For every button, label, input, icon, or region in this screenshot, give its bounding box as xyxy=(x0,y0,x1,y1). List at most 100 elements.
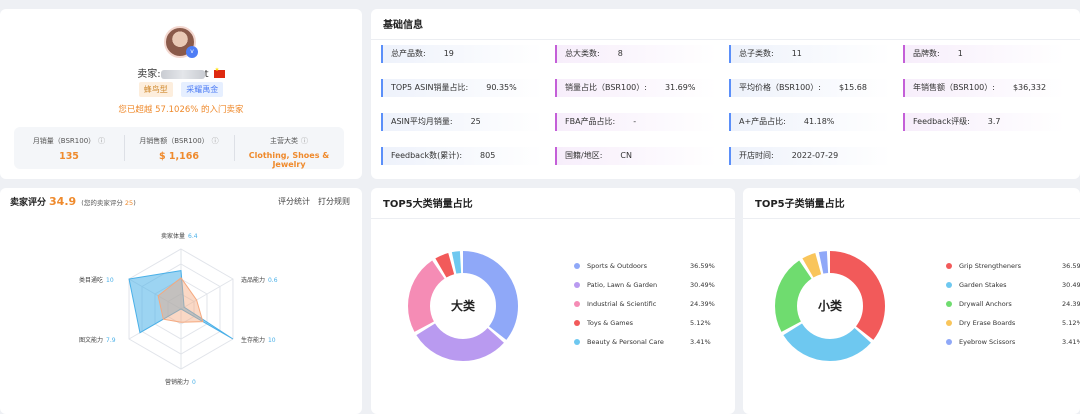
legend-label: Industrial & Scientific xyxy=(587,300,657,308)
legend-percent: 24.39% xyxy=(1062,300,1080,308)
divider xyxy=(371,218,735,219)
legend-dot-icon xyxy=(574,282,580,288)
seller-card: v 卖家: t 蜂鸟型 采耀禹金 您已超越 57.1026% 的入门卖家 月销量（… xyxy=(0,9,362,179)
info-label: 销量占比（BSR100）: xyxy=(565,83,647,92)
seller-score-card: 卖家评分 34.9 (您的卖家评分 25) 评分统计 打分规则 卖家体量 6.4 选品能… xyxy=(0,188,362,414)
basic-info-title: 基础信息 xyxy=(383,20,423,31)
info-value: 1 xyxy=(957,49,963,58)
info-label: 总大类数: xyxy=(565,49,600,58)
info-label: FBA产品占比: xyxy=(565,117,616,126)
legend-label: Toys & Games xyxy=(587,319,634,327)
radar-axis-value: 7.9 xyxy=(106,337,116,344)
seller-stats: 月销量（BSR100） ⓘ 135 月销售额（BSR100） ⓘ $ 1,166 主… xyxy=(14,127,344,169)
info-item: FBA产品占比: - xyxy=(555,113,717,131)
legend-item[interactable]: Grip Strengtheners xyxy=(946,262,1021,270)
radar-axis-value: 0.6 xyxy=(267,277,278,284)
legend-item[interactable]: Drywall Anchors xyxy=(946,300,1012,308)
top5-main-category-card: TOP5大类销量占比 大类 Sports & Outdoors 36.59% Pat… xyxy=(371,188,735,414)
legend-dot-icon xyxy=(946,320,952,326)
own-score-value: 25 xyxy=(124,199,134,207)
legend-item[interactable]: Eyebrow Scissors xyxy=(946,338,1015,346)
legend-dot-icon xyxy=(574,263,580,269)
info-item: 年销售额（BSR100）: $36,332 xyxy=(903,79,1065,97)
own-score-suffix: ) xyxy=(133,199,136,207)
info-value: CN xyxy=(620,151,632,160)
info-label: A+产品占比: xyxy=(739,117,786,126)
info-value: 41.18% xyxy=(803,117,835,126)
legend-percent: 36.59% xyxy=(690,262,715,270)
seller-label: 卖家: xyxy=(137,69,161,80)
radar-axis-name: 图文能力 xyxy=(79,337,104,344)
info-item: 开店时间: 2022-07-29 xyxy=(729,147,891,165)
top5-sub-title: TOP5子类销量占比 xyxy=(755,199,845,210)
seller-type-tag: 蜂鸟型 xyxy=(138,82,173,97)
legend-label: Beauty & Personal Care xyxy=(587,338,664,346)
info-label: 平均价格（BSR100）: xyxy=(739,83,821,92)
info-item: 品牌数: 1 xyxy=(903,45,1065,63)
donut-center-label: 大类 xyxy=(451,298,476,313)
legend-label: Drywall Anchors xyxy=(959,300,1012,308)
info-icon[interactable]: ⓘ xyxy=(301,137,308,145)
own-score-prefix: (您的卖家评分 xyxy=(81,199,123,207)
legend-item[interactable]: Patio, Lawn & Garden xyxy=(574,281,657,289)
basic-info-card: 基础信息 总产品数: 19 总大类数: 8 总子类数: 11 品牌数: 1 TOP5 ASIN销… xyxy=(371,9,1080,179)
score-links: 评分统计 打分规则 xyxy=(270,196,350,207)
legend-item[interactable]: Beauty & Personal Care xyxy=(574,338,664,346)
info-item: A+产品占比: 41.18% xyxy=(729,113,891,131)
info-label: 国籍/地区: xyxy=(565,151,603,160)
score-value: 34.9 xyxy=(49,195,77,208)
legend-percent: 24.39% xyxy=(690,300,715,308)
legend-dot-icon xyxy=(946,282,952,288)
info-value: 31.69% xyxy=(664,83,696,92)
info-icon[interactable]: ⓘ xyxy=(98,137,105,145)
info-label: 开店时间: xyxy=(739,151,774,160)
radar-axis-label: 生存能力 10 xyxy=(241,335,276,344)
info-label: Feedback数(累计): xyxy=(391,151,463,160)
info-item: TOP5 ASIN销量占比: 90.35% xyxy=(381,79,543,97)
radar-axis-label: 选品能力 0.6 xyxy=(241,275,278,284)
info-label: 品牌数: xyxy=(913,49,940,58)
stat-label: 月销售额（BSR100） xyxy=(139,137,209,145)
divider xyxy=(371,39,1080,40)
info-item: 总子类数: 11 xyxy=(729,45,891,63)
top5-main-title: TOP5大类销量占比 xyxy=(383,199,473,210)
seller-avatar[interactable]: v xyxy=(164,26,198,58)
radar-axis-name: 卖家体量 xyxy=(161,233,186,240)
radar-axis-label: 卖家体量 6.4 xyxy=(161,231,198,240)
info-item: 总产品数: 19 xyxy=(381,45,543,63)
legend-item[interactable]: Dry Erase Boards xyxy=(946,319,1015,327)
legend-label: Eyebrow Scissors xyxy=(959,338,1016,346)
score-rules-link[interactable]: 打分规则 xyxy=(318,197,350,206)
score-stats-link[interactable]: 评分统计 xyxy=(278,197,310,206)
radar-axis-name: 选品能力 xyxy=(240,277,265,284)
info-label: TOP5 ASIN销量占比: xyxy=(391,83,469,92)
legend-dot-icon xyxy=(574,320,580,326)
info-item: 销量占比（BSR100）: 31.69% xyxy=(555,79,717,97)
info-value: - xyxy=(633,117,637,126)
legend-item[interactable]: Garden Stakes xyxy=(946,281,1006,289)
info-icon[interactable]: ⓘ xyxy=(212,137,219,145)
info-item: ASIN平均月销量: 25 xyxy=(381,113,543,131)
legend-dot-icon xyxy=(946,301,952,307)
radar-axis-value: 10 xyxy=(267,337,276,344)
donut-center-label: 小类 xyxy=(818,298,843,313)
legend-item[interactable]: Sports & Outdoors xyxy=(574,262,647,270)
info-value: $36,332 xyxy=(1012,83,1047,92)
radar-axis-name: 生存能力 xyxy=(240,337,265,344)
divider xyxy=(743,218,1080,219)
legend-label: Dry Erase Boards xyxy=(959,319,1016,327)
info-value: 2022-07-29 xyxy=(791,151,839,160)
score-header: 卖家评分 34.9 (您的卖家评分 25) xyxy=(10,195,136,208)
vip-badge-icon: v xyxy=(186,46,198,58)
legend-label: Sports & Outdoors xyxy=(587,262,647,270)
info-value: 90.35% xyxy=(486,83,517,92)
info-label: 年销售额（BSR100）: xyxy=(913,83,995,92)
info-label: 总子类数: xyxy=(739,49,774,58)
info-item: Feedback数(累计): 805 xyxy=(381,147,543,165)
legend-item[interactable]: Industrial & Scientific xyxy=(574,300,656,308)
legend-dot-icon xyxy=(574,301,580,307)
stat-monthly-revenue: 月销售额（BSR100） ⓘ $ 1,166 xyxy=(124,127,234,169)
info-label: Feedback评级: xyxy=(913,117,970,126)
radar-axis-label: 图文能力 7.9 xyxy=(79,335,116,344)
legend-item[interactable]: Toys & Games xyxy=(574,319,633,327)
